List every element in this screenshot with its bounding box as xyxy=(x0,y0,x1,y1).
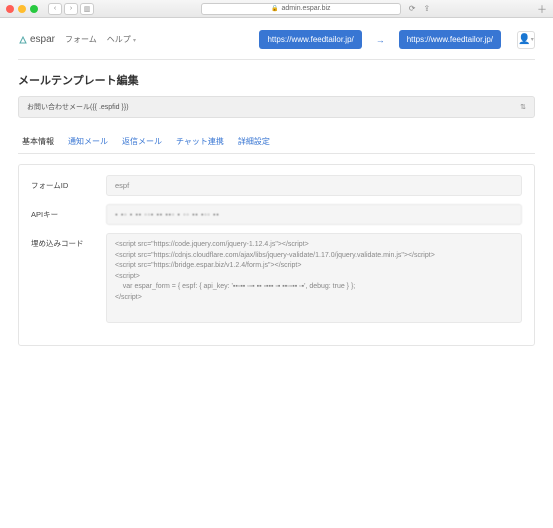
new-tab-button[interactable]: ＋ xyxy=(537,1,547,16)
tab-notify[interactable]: 通知メール xyxy=(68,130,108,153)
address-url: admin.espar.biz xyxy=(282,5,331,12)
tab-chat[interactable]: チャット連携 xyxy=(176,130,224,153)
user-icon: 👤 xyxy=(518,34,530,45)
forward-button[interactable]: › xyxy=(64,3,78,15)
label-embed-code: 埋め込みコード xyxy=(31,233,106,249)
chevron-down-icon: ▾ xyxy=(531,36,534,43)
url-button-2[interactable]: https://www.feedtailor.jp/ xyxy=(399,30,501,49)
empty-space xyxy=(18,346,535,516)
form-panel: フォームID espf APIキー ▪ ▪▫ ▪ ▪▪ ▫▫▪ ▪▪ ▪▪▫ ▪… xyxy=(18,164,535,346)
row-embed-code: 埋め込みコード <script src="https://code.jquery… xyxy=(31,233,522,323)
browser-nav-buttons: ‹ › ▥ xyxy=(48,3,94,15)
espar-logo-icon xyxy=(18,35,28,45)
brand-name: espar xyxy=(30,34,55,45)
nav-forms[interactable]: フォーム xyxy=(65,34,97,45)
tab-advanced[interactable]: 詳細設定 xyxy=(238,130,270,153)
input-api-key[interactable]: ▪ ▪▫ ▪ ▪▪ ▫▫▪ ▪▪ ▪▪▫ ▪ ▫▫ ▪▪ ▪▫▫ ▪▪ xyxy=(106,204,522,225)
minimize-window-icon[interactable] xyxy=(18,5,26,13)
back-button[interactable]: ‹ xyxy=(48,3,62,15)
nav-help[interactable]: ヘルプ ▾ xyxy=(107,34,136,45)
row-api-key: APIキー ▪ ▪▫ ▪ ▪▪ ▫▫▪ ▪▪ ▪▪▫ ▪ ▫▫ ▪▪ ▪▫▫ ▪… xyxy=(31,204,522,225)
template-select-label: お問い合わせメール({{ .espfid }}) xyxy=(27,102,129,112)
template-select[interactable]: お問い合わせメール({{ .espfid }}) ⇅ xyxy=(18,96,535,118)
chevron-down-icon: ▾ xyxy=(133,38,136,44)
refresh-icon[interactable]: ⟳ xyxy=(409,4,416,13)
select-arrows-icon: ⇅ xyxy=(520,103,526,111)
label-form-id: フォームID xyxy=(31,175,106,191)
address-bar[interactable]: 🔒 admin.espar.biz xyxy=(201,3,401,15)
tabs: 基本情報 通知メール 返信メール チャット連携 詳細設定 xyxy=(18,130,535,154)
textarea-embed-code[interactable]: <script src="https://code.jquery.com/jqu… xyxy=(106,233,522,323)
sidebar-button[interactable]: ▥ xyxy=(80,3,94,15)
zoom-window-icon[interactable] xyxy=(30,5,38,13)
input-form-id[interactable]: espf xyxy=(106,175,522,196)
label-api-key: APIキー xyxy=(31,204,106,220)
row-form-id: フォームID espf xyxy=(31,175,522,196)
brand-logo[interactable]: espar xyxy=(18,34,55,45)
tab-reply[interactable]: 返信メール xyxy=(122,130,162,153)
tab-basic[interactable]: 基本情報 xyxy=(22,130,54,153)
user-menu-button[interactable]: 👤▾ xyxy=(517,31,535,49)
traffic-lights xyxy=(6,5,38,13)
app-header: espar フォーム ヘルプ ▾ https://www.feedtailor.… xyxy=(18,30,535,60)
lock-icon: 🔒 xyxy=(271,5,278,12)
share-icon[interactable]: ⇪ xyxy=(424,4,431,13)
page-title: メールテンプレート編集 xyxy=(18,72,535,88)
window-titlebar: ‹ › ▥ 🔒 admin.espar.biz ⟳ ⇪ ＋ xyxy=(0,0,553,18)
arrow-right-icon: → xyxy=(376,35,385,45)
url-button-1[interactable]: https://www.feedtailor.jp/ xyxy=(259,30,361,49)
close-window-icon[interactable] xyxy=(6,5,14,13)
